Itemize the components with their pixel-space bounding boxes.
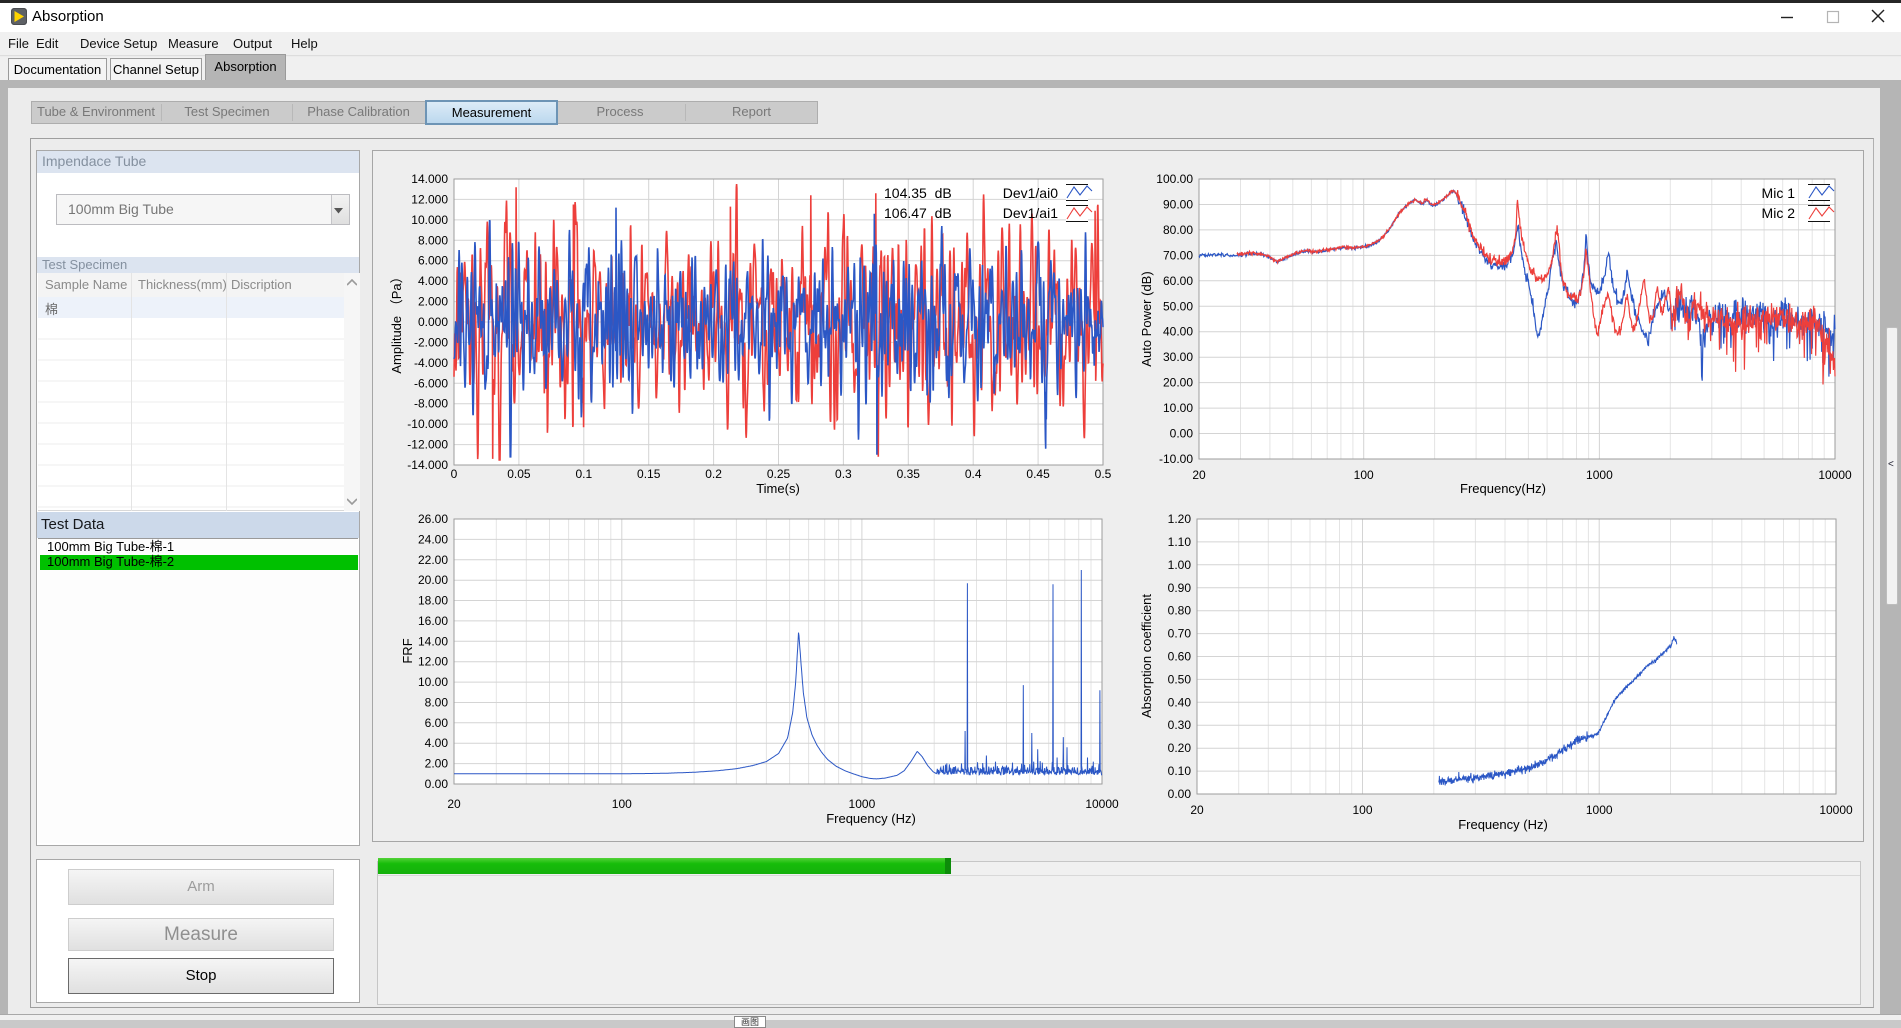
svg-text:0.20: 0.20 (1168, 741, 1192, 755)
svg-text:100: 100 (612, 797, 632, 811)
svg-text:-10.000: -10.000 (407, 417, 448, 431)
svg-text:70.00: 70.00 (1163, 248, 1193, 262)
svg-text:14.00: 14.00 (418, 634, 448, 648)
svg-text:Dev1/ai0: Dev1/ai0 (1003, 185, 1058, 201)
svg-text:30.00: 30.00 (1163, 350, 1193, 364)
svg-text:Dev1/ai1: Dev1/ai1 (1003, 205, 1058, 221)
svg-text:20: 20 (1192, 468, 1206, 482)
svg-text:40.00: 40.00 (1163, 325, 1193, 339)
svg-text:24.00: 24.00 (418, 532, 448, 546)
svg-text:0.00: 0.00 (1168, 787, 1192, 801)
svg-text:100.00: 100.00 (1156, 172, 1193, 186)
svg-text:8.00: 8.00 (425, 696, 449, 710)
svg-text:0.25: 0.25 (767, 467, 791, 481)
svg-text:1000: 1000 (849, 797, 876, 811)
svg-text:100: 100 (1352, 803, 1372, 817)
svg-text:8.000: 8.000 (418, 233, 448, 247)
svg-text:1.00: 1.00 (1168, 558, 1192, 572)
svg-text:14.000: 14.000 (411, 172, 448, 186)
svg-text:0.3: 0.3 (835, 467, 852, 481)
svg-text:Amplitude （Pa）: Amplitude （Pa） (389, 270, 404, 373)
svg-text:0: 0 (451, 467, 458, 481)
svg-text:0.4: 0.4 (965, 467, 982, 481)
svg-text:0.60: 0.60 (1168, 650, 1192, 664)
svg-text:20.00: 20.00 (418, 573, 448, 587)
svg-text:106.47 dB: 106.47 dB (884, 205, 952, 221)
svg-text:0.45: 0.45 (1026, 467, 1050, 481)
svg-text:20.00: 20.00 (1163, 376, 1193, 390)
svg-text:-6.000: -6.000 (414, 376, 448, 390)
svg-text:10000: 10000 (1819, 803, 1853, 817)
svg-text:10.00: 10.00 (1163, 401, 1193, 415)
svg-text:0.000: 0.000 (418, 315, 448, 329)
svg-text:12.00: 12.00 (418, 655, 448, 669)
svg-text:0.30: 0.30 (1168, 718, 1192, 732)
svg-text:Absorption coefficient: Absorption coefficient (1139, 594, 1154, 718)
svg-text:26.00: 26.00 (418, 512, 448, 526)
svg-text:0.80: 0.80 (1168, 604, 1192, 618)
svg-text:-14.000: -14.000 (407, 458, 448, 472)
svg-text:12.000: 12.000 (411, 192, 448, 206)
svg-text:6.000: 6.000 (418, 254, 448, 268)
svg-text:0.1: 0.1 (575, 467, 592, 481)
svg-text:-4.000: -4.000 (414, 356, 448, 370)
svg-text:Time(s): Time(s) (756, 481, 800, 496)
svg-text:0.05: 0.05 (507, 467, 531, 481)
svg-text:20: 20 (1190, 803, 1204, 817)
svg-text:0.15: 0.15 (637, 467, 661, 481)
svg-text:0.35: 0.35 (897, 467, 921, 481)
svg-text:18.00: 18.00 (418, 594, 448, 608)
svg-text:Frequency(Hz): Frequency(Hz) (1460, 481, 1546, 496)
svg-text:Mic 1: Mic 1 (1762, 185, 1796, 201)
svg-text:Frequency (Hz): Frequency (Hz) (1458, 817, 1548, 832)
svg-text:0.50: 0.50 (1168, 672, 1192, 686)
svg-text:0.10: 0.10 (1168, 764, 1192, 778)
svg-text:0.90: 0.90 (1168, 581, 1192, 595)
svg-text:Mic 2: Mic 2 (1762, 205, 1796, 221)
svg-text:1000: 1000 (1586, 803, 1613, 817)
svg-text:-10.00: -10.00 (1159, 452, 1193, 466)
svg-text:2.000: 2.000 (418, 295, 448, 309)
svg-text:2.00: 2.00 (425, 757, 449, 771)
svg-text:0.2: 0.2 (705, 467, 722, 481)
svg-text:0.40: 0.40 (1168, 695, 1192, 709)
svg-text:22.00: 22.00 (418, 553, 448, 567)
svg-text:10000: 10000 (1085, 797, 1119, 811)
svg-text:100: 100 (1354, 468, 1374, 482)
svg-text:10.00: 10.00 (418, 675, 448, 689)
svg-text:10000: 10000 (1818, 468, 1852, 482)
svg-text:FRF: FRF (400, 638, 415, 663)
svg-text:80.00: 80.00 (1163, 223, 1193, 237)
svg-text:1.10: 1.10 (1168, 535, 1192, 549)
svg-text:1000: 1000 (1586, 468, 1613, 482)
svg-text:Auto Power (dB): Auto Power (dB) (1139, 271, 1154, 366)
svg-text:Frequency (Hz): Frequency (Hz) (826, 811, 916, 826)
svg-text:1.20: 1.20 (1168, 512, 1192, 526)
svg-text:4.00: 4.00 (425, 736, 449, 750)
svg-text:4.000: 4.000 (418, 274, 448, 288)
svg-text:10.000: 10.000 (411, 213, 448, 227)
svg-text:16.00: 16.00 (418, 614, 448, 628)
svg-text:0.70: 0.70 (1168, 627, 1192, 641)
svg-text:104.35 dB: 104.35 dB (884, 185, 952, 201)
svg-text:60.00: 60.00 (1163, 274, 1193, 288)
svg-text:-12.000: -12.000 (407, 438, 448, 452)
svg-text:6.00: 6.00 (425, 716, 449, 730)
svg-text:0.00: 0.00 (425, 777, 449, 791)
svg-text:-2.000: -2.000 (414, 335, 448, 349)
svg-text:0.00: 0.00 (1170, 427, 1194, 441)
svg-text:50.00: 50.00 (1163, 299, 1193, 313)
svg-text:90.00: 90.00 (1163, 198, 1193, 212)
svg-text:0.5: 0.5 (1095, 467, 1112, 481)
svg-text:20: 20 (447, 797, 461, 811)
svg-text:-8.000: -8.000 (414, 397, 448, 411)
